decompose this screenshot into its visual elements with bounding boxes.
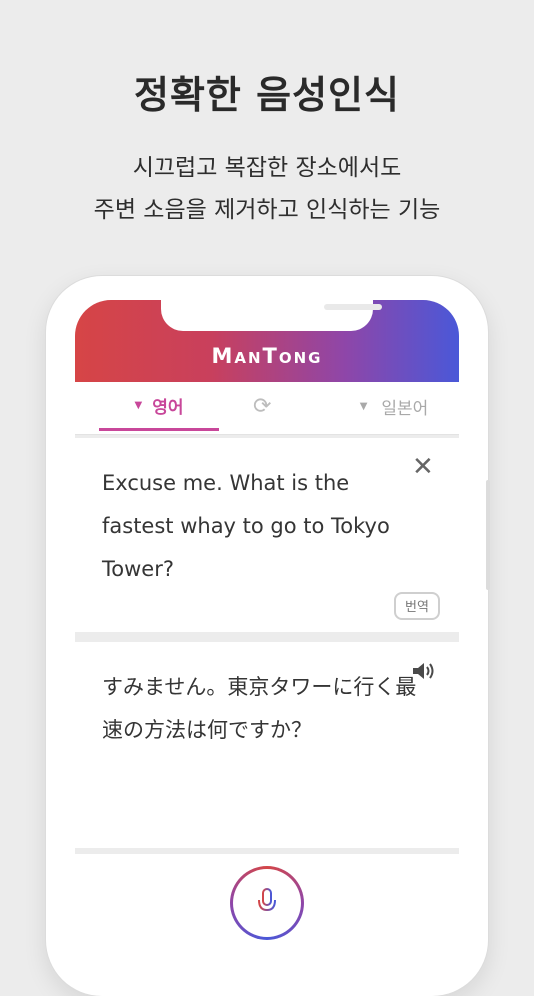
swap-icon[interactable]: ⟳: [253, 394, 271, 419]
microphone-icon: [258, 888, 276, 917]
mic-footer: [75, 854, 459, 960]
mic-button-inner: [233, 869, 301, 937]
source-text-card[interactable]: Excuse me. What is the fastest whay to g…: [75, 438, 459, 632]
translate-button[interactable]: 번역: [394, 592, 440, 620]
phone-side-button: [486, 480, 490, 590]
earpiece: [324, 304, 382, 310]
language-bar: ▼ 영어 ⟳ ▼ 일본어: [75, 382, 459, 435]
close-icon[interactable]: ✕: [412, 452, 434, 482]
phone-screen: ManTong ▼ 영어 ⟳ ▼ 일본어 Excuse me. What is …: [75, 300, 459, 960]
translation-card: すみません。東京タワーに行く最速の方法は何ですか？: [75, 642, 459, 848]
speaker-icon[interactable]: [411, 660, 437, 688]
app-brand: ManTong: [211, 344, 323, 368]
promo-headline: 정확한 음성인식: [134, 73, 400, 117]
translated-text: すみません。東京タワーに行く最速の方法は何ですか？: [102, 675, 417, 742]
target-language-label: 일본어: [381, 398, 429, 419]
caret-down-icon: ▼: [134, 399, 143, 411]
mic-button[interactable]: [230, 866, 304, 940]
target-language-selector[interactable]: ▼ 일본어: [339, 382, 449, 430]
source-language-label: 영어: [152, 397, 184, 418]
source-text[interactable]: Excuse me. What is the fastest whay to g…: [102, 462, 402, 591]
phone-notch: [161, 300, 382, 331]
promo-subline-1: 시끄럽고 복잡한 장소에서도: [132, 155, 402, 181]
source-language-selector[interactable]: ▼ 영어: [99, 382, 219, 431]
promo-subline-2: 주변 소음을 제거하고 인식하는 기능: [93, 197, 441, 223]
caret-down-icon: ▼: [359, 400, 368, 412]
